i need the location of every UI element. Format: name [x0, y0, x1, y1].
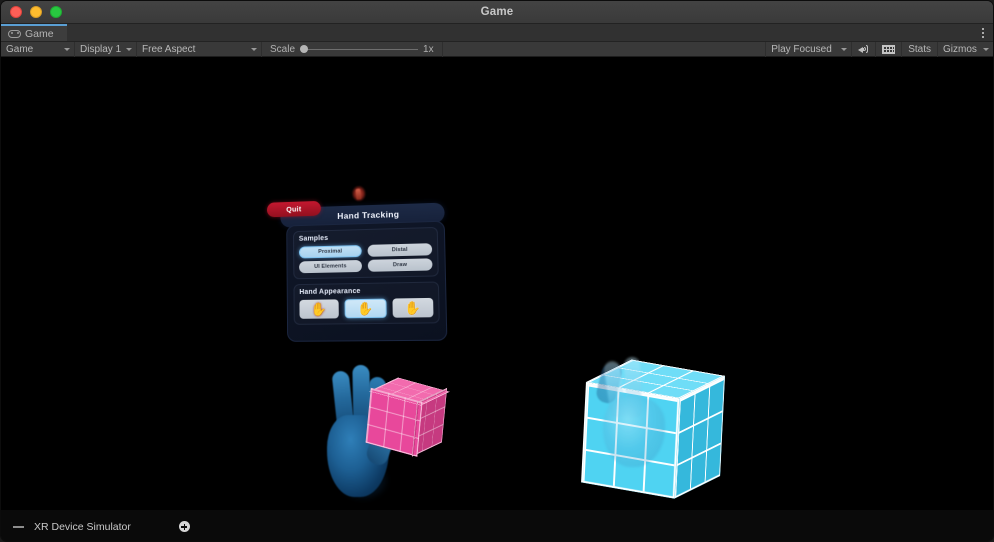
- kebab-menu-icon[interactable]: [982, 24, 984, 41]
- aspect-dropdown[interactable]: Free Aspect: [137, 42, 262, 57]
- tab-strip: Game: [1, 24, 993, 42]
- sample-button-draw[interactable]: Draw: [368, 258, 433, 271]
- scale-value: 1x: [423, 44, 434, 55]
- hand-palm: [603, 397, 665, 467]
- stats-label: Stats: [908, 44, 931, 55]
- hand-appearance-section: Hand Appearance ✋ ✋ ✋: [293, 282, 439, 325]
- game-viewport[interactable]: Hand Tracking Quit Samples Proximal Dist…: [1, 57, 993, 542]
- cyan-cube-group: [593, 357, 743, 533]
- sample-button-distal[interactable]: Distal: [368, 243, 433, 257]
- scale-slider-knob[interactable]: [300, 45, 308, 53]
- display-dropdown-value: Display 1: [80, 44, 121, 55]
- hand-icon: ✋: [357, 301, 373, 314]
- window-title: Game: [1, 6, 993, 18]
- game-window: Game Game Game Display 1 Free Aspect Sca: [0, 0, 994, 542]
- scale-label: Scale: [270, 44, 295, 55]
- speaker-icon: [858, 45, 869, 54]
- samples-button-grid: Proximal Distal UI Elements Draw: [299, 243, 433, 274]
- hand-icon: [351, 185, 367, 203]
- minimize-button[interactable]: [30, 6, 42, 18]
- xr-simulator-statusbar: XR Device Simulator: [1, 510, 993, 542]
- hand-icon: ✋: [311, 302, 327, 315]
- view-dropdown-value: Game: [6, 44, 33, 55]
- scale-control: Scale 1x: [262, 42, 443, 57]
- chevron-down-icon: [64, 48, 70, 51]
- window-titlebar: Game: [1, 1, 993, 24]
- chevron-down-icon: [251, 48, 257, 51]
- samples-section-title: Samples: [299, 232, 432, 243]
- quit-button[interactable]: Quit: [267, 201, 321, 217]
- hand-appearance-blue-skeleton[interactable]: ✋: [345, 298, 387, 318]
- blue-tracked-hand: [319, 363, 449, 498]
- tab-game[interactable]: Game: [1, 24, 67, 41]
- stats-button[interactable]: Stats: [901, 42, 937, 57]
- plus-circle-icon[interactable]: [179, 521, 190, 532]
- scale-slider[interactable]: [300, 44, 418, 55]
- samples-section: Samples Proximal Distal UI Elements Draw: [293, 227, 439, 279]
- xr-simulator-label: XR Device Simulator: [34, 521, 131, 533]
- hand-icon: ✋: [405, 301, 422, 314]
- hand-appearance-white[interactable]: ✋: [392, 297, 433, 317]
- play-focused-dropdown[interactable]: Play Focused: [765, 42, 851, 57]
- chevron-down-icon: [841, 48, 847, 51]
- scale-slider-track: [300, 49, 418, 50]
- close-button[interactable]: [10, 6, 22, 18]
- gizmos-button[interactable]: Gizmos: [937, 42, 993, 57]
- chevron-down-icon: [126, 48, 132, 51]
- sample-button-proximal[interactable]: Proximal: [299, 245, 362, 258]
- view-dropdown[interactable]: Game: [1, 42, 75, 57]
- game-toolbar: Game Display 1 Free Aspect Scale 1x Play…: [1, 42, 993, 57]
- display-dropdown[interactable]: Display 1: [75, 42, 137, 57]
- drag-handle-icon[interactable]: [13, 526, 24, 528]
- hand-appearance-options: ✋ ✋ ✋: [299, 297, 433, 318]
- stats-grid-button[interactable]: [875, 42, 901, 57]
- toolbar-right-group: Play Focused Stats Gizmos: [765, 42, 993, 57]
- panel-body: Samples Proximal Distal UI Elements Draw…: [286, 221, 447, 342]
- traffic-lights: [1, 6, 62, 18]
- maximize-button[interactable]: [50, 6, 62, 18]
- hand-tracking-panel: Hand Tracking Quit Samples Proximal Dist…: [275, 195, 448, 346]
- grid-icon: [882, 45, 895, 54]
- play-focused-value: Play Focused: [771, 44, 832, 55]
- translucent-tracked-hand: [597, 361, 693, 479]
- tab-game-label: Game: [25, 28, 54, 40]
- hand-appearance-section-title: Hand Appearance: [299, 287, 433, 296]
- gamepad-icon: [8, 30, 21, 38]
- sample-button-ui-elements[interactable]: UI Elements: [299, 260, 362, 273]
- pink-grid-cube[interactable]: [379, 382, 436, 451]
- hand-appearance-red[interactable]: ✋: [299, 299, 338, 318]
- chevron-down-icon: [983, 48, 989, 51]
- aspect-dropdown-value: Free Aspect: [142, 44, 195, 55]
- gizmos-label: Gizmos: [943, 44, 977, 55]
- mute-audio-button[interactable]: [851, 42, 875, 57]
